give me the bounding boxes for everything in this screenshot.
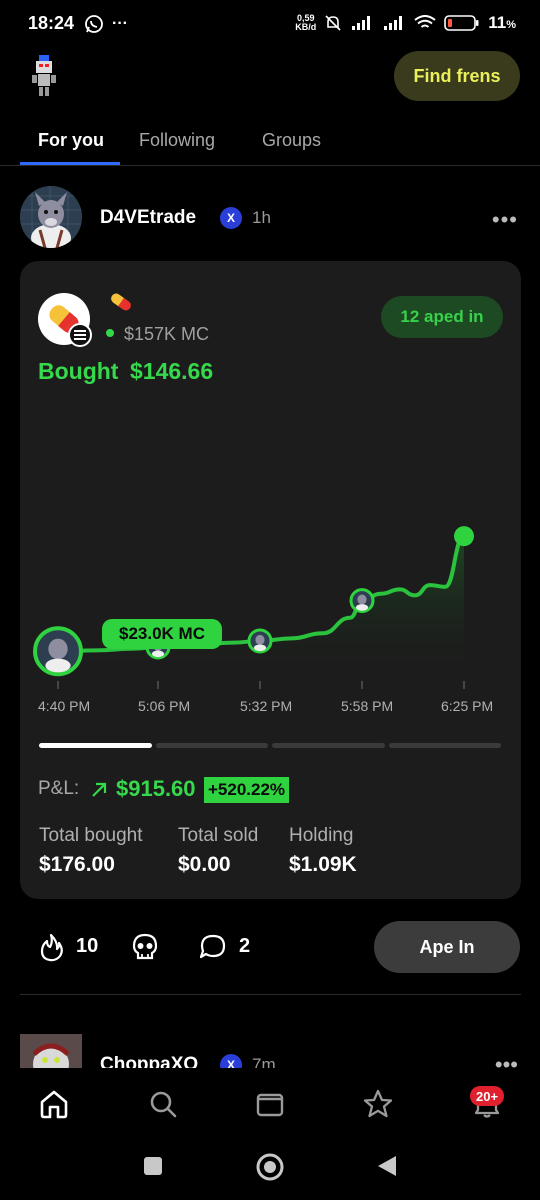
trade-marker[interactable] <box>349 588 375 614</box>
battery-value: 11 <box>488 13 507 32</box>
mute-bell-icon <box>325 15 341 31</box>
signal-icon-2 <box>384 16 403 30</box>
chart-ticks <box>57 681 465 689</box>
next-post-preview[interactable]: ChoppaXO X 7m ••• <box>0 1030 540 1068</box>
pager-dot-active[interactable] <box>39 743 152 748</box>
ape-in-button[interactable]: Ape In <box>374 921 520 973</box>
last-price-dot <box>454 526 474 547</box>
fire-count: 10 <box>76 935 99 957</box>
home-icon[interactable] <box>38 1088 70 1120</box>
chart-area-fill <box>38 536 465 679</box>
network-speed: 0,59 KB/d <box>295 14 316 32</box>
status-bar: 18:24 ··· 0,59 KB/d 11% <box>0 0 540 48</box>
battery-icon <box>444 15 479 31</box>
fire-icon[interactable] <box>36 932 66 962</box>
battery-unit: % <box>506 19 516 31</box>
bottom-nav: 20+ <box>0 1068 540 1138</box>
arrow-up-right-icon <box>92 782 107 797</box>
author-avatar[interactable] <box>20 186 82 248</box>
post-author-name[interactable]: D4VEtrade <box>100 207 196 229</box>
pill-icon <box>111 293 131 311</box>
comment-icon[interactable] <box>198 932 228 962</box>
home-circle-icon[interactable] <box>255 1152 285 1182</box>
post-more-button[interactable]: ••• <box>492 207 518 233</box>
back-triangle-icon[interactable] <box>376 1154 398 1178</box>
pager-dot[interactable] <box>155 743 268 748</box>
star-icon[interactable] <box>362 1088 394 1120</box>
character-avatar-icon <box>20 1034 82 1068</box>
stat-holding-value: $1.09K <box>289 853 357 876</box>
status-notification-icons: ··· <box>84 14 128 34</box>
trade-card[interactable]: $157K MC 12 aped in Bought $146.66 $23.0… <box>20 261 521 899</box>
x-tick-label: 5:32 PM <box>240 698 293 714</box>
notification-badge: 20+ <box>470 1086 505 1106</box>
aped-in-count-button[interactable]: 12 aped in <box>381 296 503 338</box>
skull-icon[interactable] <box>130 932 160 962</box>
find-frens-button[interactable]: Find frens <box>394 51 520 101</box>
battery-percent: 11% <box>488 13 516 33</box>
bought-label: Bought <box>38 358 119 384</box>
chart-area <box>38 536 465 679</box>
card-pager[interactable] <box>39 743 501 748</box>
x-platform-badge-icon: X <box>220 1054 242 1068</box>
pager-dot[interactable] <box>272 743 385 748</box>
pnl-percent-badge: +520.22% <box>204 777 290 803</box>
live-status-dot <box>106 329 114 337</box>
wifi-icon <box>414 15 436 28</box>
whatsapp-icon <box>85 15 103 33</box>
next-post-author[interactable]: ChoppaXO <box>100 1054 198 1068</box>
system-nav-bar <box>0 1138 540 1200</box>
status-right: 0,59 KB/d 11% <box>295 13 516 33</box>
post-time: 1h <box>252 208 271 227</box>
active-tab-indicator <box>20 162 120 165</box>
x-tick-label: 5:58 PM <box>341 698 394 714</box>
network-speed-unit: KB/d <box>295 22 317 32</box>
robot-logo-icon[interactable] <box>30 55 58 97</box>
signal-icon-1 <box>352 16 371 30</box>
x-tick-label: 6:25 PM <box>441 698 494 714</box>
comment-count: 2 <box>239 935 251 957</box>
next-post-time: 7m <box>252 1055 276 1068</box>
entry-mc-label: $23.0K MC <box>102 619 222 649</box>
stat-holding-label: Holding <box>289 825 354 846</box>
tab-groups[interactable]: Groups <box>262 130 321 151</box>
solana-badge-icon <box>68 323 92 347</box>
x-platform-badge-icon: X <box>220 207 242 229</box>
recents-square-icon[interactable] <box>143 1156 163 1176</box>
tab-for-you[interactable]: For you <box>38 130 104 151</box>
pnl-value: $915.60 <box>116 776 196 801</box>
pager-dot[interactable] <box>388 743 501 748</box>
post-divider <box>20 994 521 995</box>
wolf-avatar-icon <box>20 186 82 248</box>
more-notifications-icon: ··· <box>112 15 128 32</box>
pnl-label: P&L: <box>38 778 80 799</box>
x-tick-label: 4:40 PM <box>38 698 91 714</box>
market-cap: $157K MC <box>124 324 210 344</box>
entry-trade-marker[interactable] <box>33 626 83 677</box>
x-tick-label: 5:06 PM <box>138 698 191 714</box>
trade-marker[interactable] <box>247 628 273 654</box>
stat-total-bought-value: $176.00 <box>39 853 115 876</box>
stat-total-sold-label: Total sold <box>178 825 259 846</box>
bought-amount: $146.66 <box>130 358 214 384</box>
stat-total-sold-value: $0.00 <box>178 853 231 876</box>
next-post-avatar[interactable] <box>20 1034 82 1068</box>
price-chart[interactable] <box>20 511 521 711</box>
tab-following[interactable]: Following <box>139 130 215 151</box>
status-time: 18:24 <box>28 13 75 33</box>
wallet-icon[interactable] <box>254 1088 286 1120</box>
next-post-more-button[interactable]: ••• <box>495 1052 518 1068</box>
search-icon[interactable] <box>147 1088 179 1120</box>
feed-tabs: For you Following Groups <box>0 120 540 166</box>
stat-total-bought-label: Total bought <box>39 825 143 846</box>
